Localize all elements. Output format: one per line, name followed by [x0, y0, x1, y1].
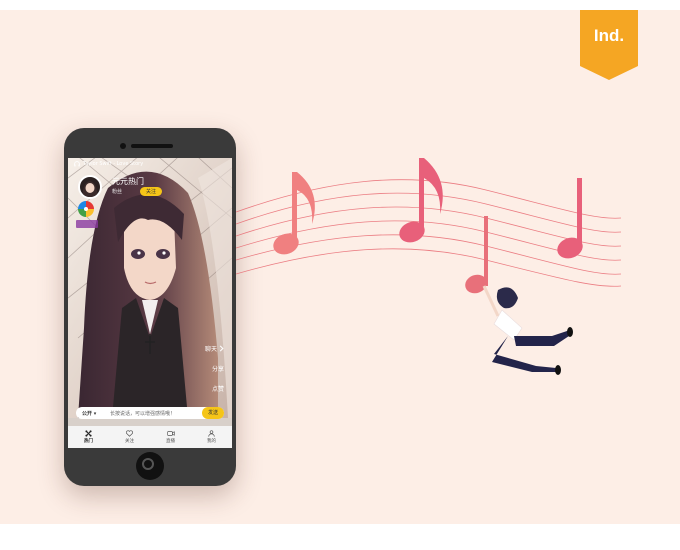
- now-playing-song: Taylor Swift - Love Story: [83, 161, 144, 167]
- chevron-right-icon: [219, 345, 224, 352]
- hot-icon: [85, 430, 92, 437]
- share-action[interactable]: 分享: [212, 364, 224, 373]
- headphones-icon: [74, 161, 80, 167]
- home-button[interactable]: [136, 452, 164, 480]
- tab-live[interactable]: 直播: [150, 426, 191, 448]
- chat-action[interactable]: 聊天: [205, 344, 224, 353]
- tab-me[interactable]: 我的: [191, 426, 232, 448]
- follow-button[interactable]: 关注: [140, 187, 163, 196]
- tab-follow[interactable]: 关注: [109, 426, 150, 448]
- now-playing: Taylor Swift - Love Story: [74, 161, 143, 167]
- badge-text: Ind.: [593, 26, 625, 45]
- tab-live-label: 直播: [166, 439, 175, 444]
- hero-stage: Ind. Taylor Swift - Love Story 元元热门 粉丝 关…: [0, 10, 680, 524]
- music-note-icon: [399, 158, 443, 243]
- room-title: 元元热门: [112, 177, 144, 186]
- heart-icon: [126, 430, 133, 437]
- phone-mockup: Taylor Swift - Love Story 元元热门 粉丝 关注 聊天 …: [64, 128, 236, 486]
- visibility-select[interactable]: 公开 ▾: [76, 410, 110, 417]
- tab-me-label: 我的: [207, 439, 216, 444]
- comment-bar: 公开 ▾ 长按说话，可以增强感情哦！ 发送: [76, 407, 224, 419]
- send-button[interactable]: 发送: [201, 407, 224, 419]
- phone-speaker: [131, 144, 173, 148]
- chat-label: 聊天: [204, 346, 217, 353]
- like-action[interactable]: 点赞: [212, 384, 224, 393]
- tab-follow-label: 关注: [125, 439, 134, 444]
- rank-tag: [76, 220, 98, 228]
- video-icon: [166, 431, 175, 436]
- prize-wheel-icon[interactable]: [78, 201, 94, 217]
- phone-camera: [120, 143, 126, 149]
- bottom-tab-bar: 热门 关注 直播 我的: [68, 426, 232, 448]
- tab-hot-label: 热门: [84, 439, 93, 444]
- avatar-face: [82, 181, 98, 197]
- fans-label: 粉丝: [112, 189, 123, 195]
- user-icon: [208, 430, 215, 437]
- music-note-icon: [557, 178, 583, 259]
- tab-hot[interactable]: 热门: [68, 426, 109, 448]
- music-note-icon: [273, 172, 315, 255]
- music-illustration: [236, 158, 622, 375]
- girl-figure-icon: [482, 285, 573, 375]
- comment-input[interactable]: 长按说话，可以增强感情哦！: [110, 410, 202, 417]
- avatar[interactable]: [78, 175, 102, 199]
- phone-screen: Taylor Swift - Love Story 元元热门 粉丝 关注 聊天 …: [68, 158, 232, 448]
